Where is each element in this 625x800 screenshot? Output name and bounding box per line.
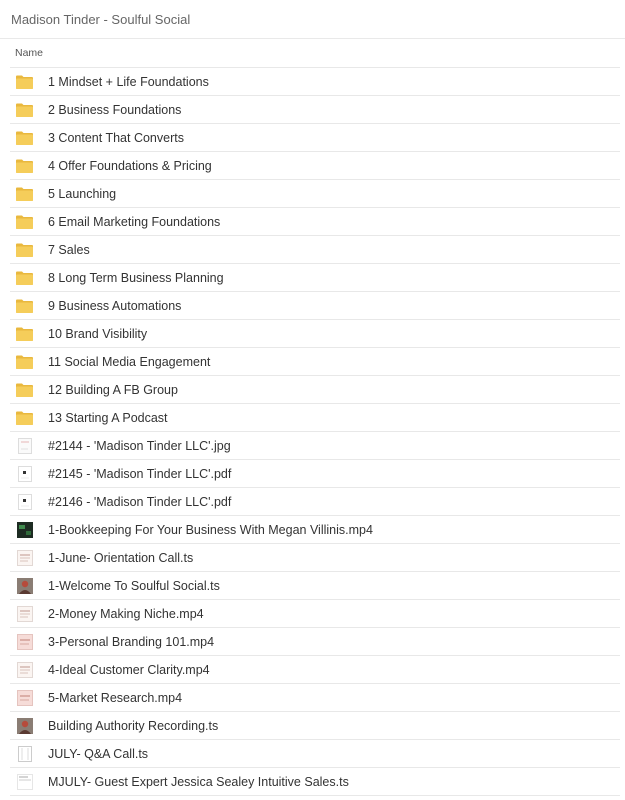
item-name[interactable]: 8 Long Term Business Planning — [48, 271, 224, 285]
item-name[interactable]: JULY- Q&A Call.ts — [48, 747, 148, 761]
folder-row[interactable]: 5 Launching — [10, 179, 620, 207]
item-name[interactable]: 4 Offer Foundations & Pricing — [48, 159, 212, 173]
item-name[interactable]: 5-Market Research.mp4 — [48, 691, 182, 705]
folder-row[interactable]: 8 Long Term Business Planning — [10, 263, 620, 291]
folder-icon — [16, 353, 33, 370]
file-row[interactable]: 3-Personal Branding 101.mp4 — [10, 627, 620, 655]
file-row[interactable]: 1-Welcome To Soulful Social.ts — [10, 571, 620, 599]
item-name[interactable]: 11 Social Media Engagement — [48, 355, 210, 369]
video-pink-thumb-icon — [16, 689, 33, 706]
image-thumb-icon — [16, 437, 33, 454]
folder-icon — [16, 157, 33, 174]
document-thumb-icon — [16, 745, 33, 762]
file-list: 1 Mindset + Life Foundations 2 Business F… — [10, 67, 620, 796]
folder-row[interactable]: 9 Business Automations — [10, 291, 620, 319]
column-header: Name — [0, 39, 625, 67]
item-name[interactable]: 1-June- Orientation Call.ts — [48, 551, 193, 565]
folder-row[interactable]: 10 Brand Visibility — [10, 319, 620, 347]
file-row[interactable]: 5-Market Research.mp4 — [10, 683, 620, 711]
pdf-thumb-icon — [16, 465, 33, 482]
page-title: Madison Tinder - Soulful Social — [11, 11, 191, 27]
item-name[interactable]: 13 Starting A Podcast — [48, 411, 168, 425]
item-name[interactable]: Building Authority Recording.ts — [48, 719, 218, 733]
video-slide-thumb-icon — [16, 549, 33, 566]
video-light-thumb-icon — [16, 773, 33, 790]
item-name[interactable]: 10 Brand Visibility — [48, 327, 147, 341]
folder-row[interactable]: 13 Starting A Podcast — [10, 403, 620, 431]
file-row[interactable]: 4-Ideal Customer Clarity.mp4 — [10, 655, 620, 683]
folder-icon — [16, 325, 33, 342]
item-name[interactable]: 1-Bookkeeping For Your Business With Meg… — [48, 523, 373, 537]
file-row[interactable]: 1-Bookkeeping For Your Business With Meg… — [10, 515, 620, 543]
item-name[interactable]: 7 Sales — [48, 243, 90, 257]
item-name[interactable]: #2144 - 'Madison Tinder LLC'.jpg — [48, 439, 231, 453]
item-name[interactable]: MJULY- Guest Expert Jessica Sealey Intui… — [48, 775, 349, 789]
item-name[interactable]: 5 Launching — [48, 187, 116, 201]
folder-icon — [16, 101, 33, 118]
file-row[interactable]: MJULY- Guest Expert Jessica Sealey Intui… — [10, 767, 620, 796]
file-row[interactable]: 2-Money Making Niche.mp4 — [10, 599, 620, 627]
folder-row[interactable]: 4 Offer Foundations & Pricing — [10, 151, 620, 179]
folder-icon — [16, 297, 33, 314]
file-row[interactable]: #2144 - 'Madison Tinder LLC'.jpg — [10, 431, 620, 459]
item-name[interactable]: 9 Business Automations — [48, 299, 181, 313]
item-name[interactable]: 2-Money Making Niche.mp4 — [48, 607, 204, 621]
folder-row[interactable]: 6 Email Marketing Foundations — [10, 207, 620, 235]
folder-icon — [16, 129, 33, 146]
item-name[interactable]: #2145 - 'Madison Tinder LLC'.pdf — [48, 467, 231, 481]
folder-icon — [16, 409, 33, 426]
item-name[interactable]: 3 Content That Converts — [48, 131, 184, 145]
item-name[interactable]: 2 Business Foundations — [48, 103, 181, 117]
name-column-header[interactable]: Name — [15, 47, 43, 59]
folder-icon — [16, 185, 33, 202]
video-person-thumb-icon — [16, 717, 33, 734]
pdf-thumb-icon — [16, 493, 33, 510]
folder-icon — [16, 213, 33, 230]
file-row[interactable]: JULY- Q&A Call.ts — [10, 739, 620, 767]
folder-icon — [16, 73, 33, 90]
item-name[interactable]: 1-Welcome To Soulful Social.ts — [48, 579, 220, 593]
video-slide-thumb-icon — [16, 605, 33, 622]
folder-icon — [16, 269, 33, 286]
folder-row[interactable]: 11 Social Media Engagement — [10, 347, 620, 375]
folder-row[interactable]: 2 Business Foundations — [10, 95, 620, 123]
folder-row[interactable]: 1 Mindset + Life Foundations — [10, 67, 620, 95]
item-name[interactable]: 3-Personal Branding 101.mp4 — [48, 635, 214, 649]
item-name[interactable]: 6 Email Marketing Foundations — [48, 215, 220, 229]
video-person-thumb-icon — [16, 577, 33, 594]
file-row[interactable]: Building Authority Recording.ts — [10, 711, 620, 739]
file-row[interactable]: #2146 - 'Madison Tinder LLC'.pdf — [10, 487, 620, 515]
file-row[interactable]: #2145 - 'Madison Tinder LLC'.pdf — [10, 459, 620, 487]
folder-row[interactable]: 12 Building A FB Group — [10, 375, 620, 403]
folder-row[interactable]: 7 Sales — [10, 235, 620, 263]
video-dark-thumb-icon — [16, 521, 33, 538]
folder-title-bar: Madison Tinder - Soulful Social — [0, 0, 625, 39]
folder-row[interactable]: 3 Content That Converts — [10, 123, 620, 151]
video-slide-thumb-icon — [16, 661, 33, 678]
folder-icon — [16, 241, 33, 258]
item-name[interactable]: 1 Mindset + Life Foundations — [48, 75, 209, 89]
video-pink-thumb-icon — [16, 633, 33, 650]
item-name[interactable]: 12 Building A FB Group — [48, 383, 178, 397]
item-name[interactable]: 4-Ideal Customer Clarity.mp4 — [48, 663, 210, 677]
item-name[interactable]: #2146 - 'Madison Tinder LLC'.pdf — [48, 495, 231, 509]
folder-icon — [16, 381, 33, 398]
file-row[interactable]: 1-June- Orientation Call.ts — [10, 543, 620, 571]
